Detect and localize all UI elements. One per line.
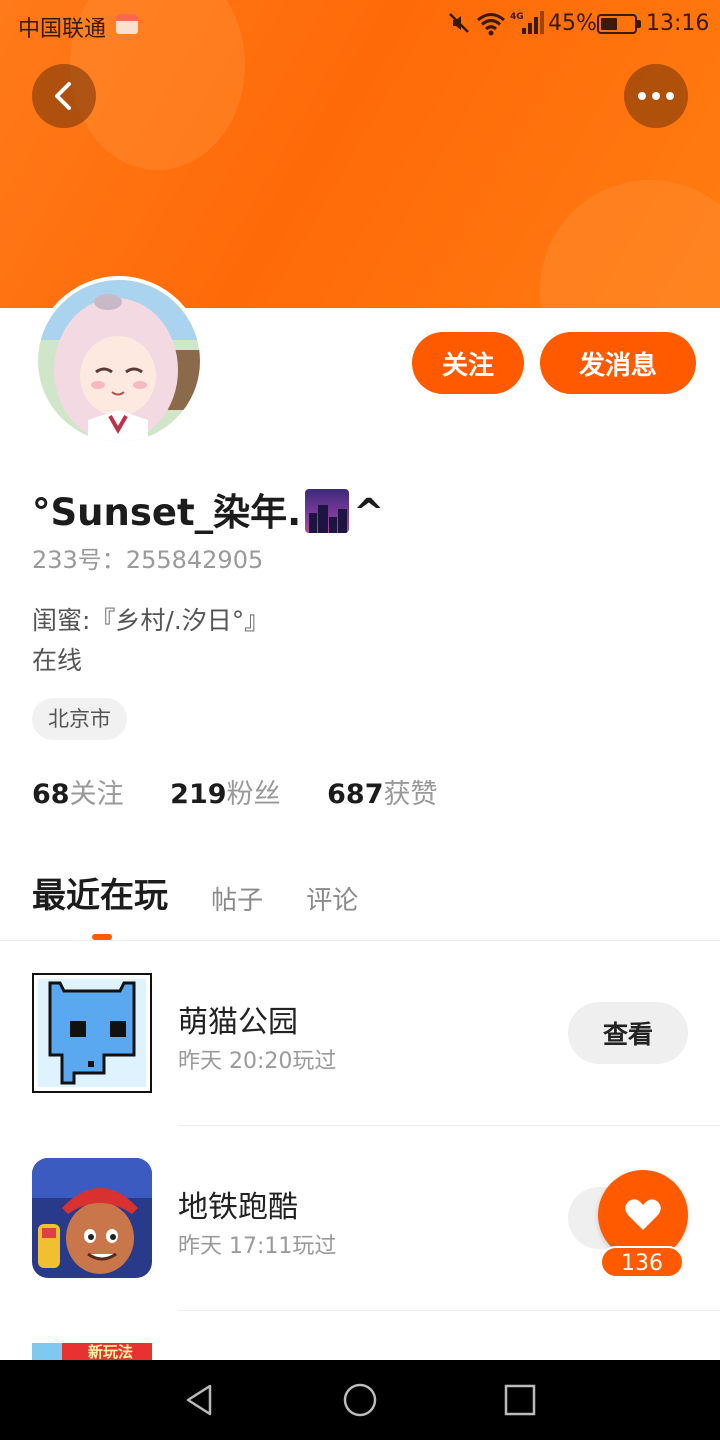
clock: 13:16 (646, 11, 710, 36)
following-label: 关注 (69, 779, 124, 810)
back-button[interactable] (32, 64, 96, 128)
game-last-played: 昨天 20:20玩过 (178, 1049, 337, 1074)
mute-icon (449, 13, 469, 33)
more-button[interactable] (624, 64, 688, 128)
nav-back-icon[interactable] (180, 1380, 220, 1420)
following-count: 68 (32, 779, 70, 810)
view-button[interactable]: 查看 (568, 1002, 688, 1064)
tab-recently-played[interactable]: 最近在玩 (32, 868, 168, 917)
followers-label: 粉丝 (226, 779, 281, 810)
message-button[interactable]: 发消息 (540, 332, 696, 394)
new-gameplay-badge: 新玩法 (88, 1343, 134, 1360)
wifi-icon (477, 13, 505, 36)
battery-percent: 45% (548, 11, 597, 36)
avatar-image (38, 280, 200, 442)
username: °Sunset_染年. ^ (32, 482, 384, 536)
bio-line: 闺蜜:『乡村/.汐日°』 (32, 606, 270, 635)
battery-icon (597, 14, 641, 34)
followers-count: 219 (170, 779, 227, 810)
profile-tabs: 最近在玩 帖子 评论 (32, 868, 396, 928)
city-night-emoji (305, 489, 350, 533)
tab-comments[interactable]: 评论 (306, 880, 358, 917)
likes-label: 获赞 (383, 779, 438, 810)
likes-stat: 687获赞 (327, 772, 437, 811)
follow-button[interactable]: 关注 (412, 332, 524, 394)
game-list-item[interactable]: 萌猫公园 昨天 20:20玩过 查看 (0, 941, 720, 1126)
username-suffix: ^ (353, 491, 385, 534)
likes-count: 687 (327, 779, 384, 810)
banner-decoration (540, 180, 720, 308)
like-count: 136 (600, 1246, 684, 1278)
user-id: 233号：255842905 (32, 546, 264, 574)
notification-icon (116, 14, 138, 34)
back-icon (55, 82, 71, 110)
location-tag: 北京市 (32, 698, 127, 740)
game-icon-subway-surfers (32, 1158, 152, 1278)
game-icon-cat-park (32, 973, 152, 1093)
game-title: 地铁跑酷 (178, 1190, 298, 1225)
system-nav-bar (0, 1360, 720, 1440)
carrier-label: 中国联通 (18, 17, 107, 42)
nav-recents-icon[interactable] (500, 1380, 540, 1420)
avatar[interactable] (34, 276, 204, 446)
game-title: 萌猫公园 (178, 1005, 298, 1040)
divider (178, 1310, 720, 1311)
svg-text:4G: 4G (510, 12, 524, 22)
status-bar: 中国联通 4G 45% 13:16 (0, 0, 720, 50)
more-icon (638, 92, 674, 100)
game-icon-partial: 新玩法 (32, 1343, 152, 1360)
nav-home-icon[interactable] (340, 1380, 380, 1420)
bio: 闺蜜:『乡村/.汐日°』 在线 (32, 601, 269, 681)
heart-icon (625, 1199, 661, 1230)
followers-stat[interactable]: 219粉丝 (170, 772, 280, 811)
signal-icon: 4G (510, 11, 544, 34)
username-text: °Sunset_染年. (32, 491, 302, 534)
game-last-played: 昨天 17:11玩过 (178, 1234, 337, 1259)
profile-stats: 68关注 219粉丝 687获赞 (32, 772, 476, 811)
bio-line: 在线 (32, 646, 83, 675)
following-stat[interactable]: 68关注 (32, 772, 124, 811)
tab-posts[interactable]: 帖子 (211, 880, 263, 917)
